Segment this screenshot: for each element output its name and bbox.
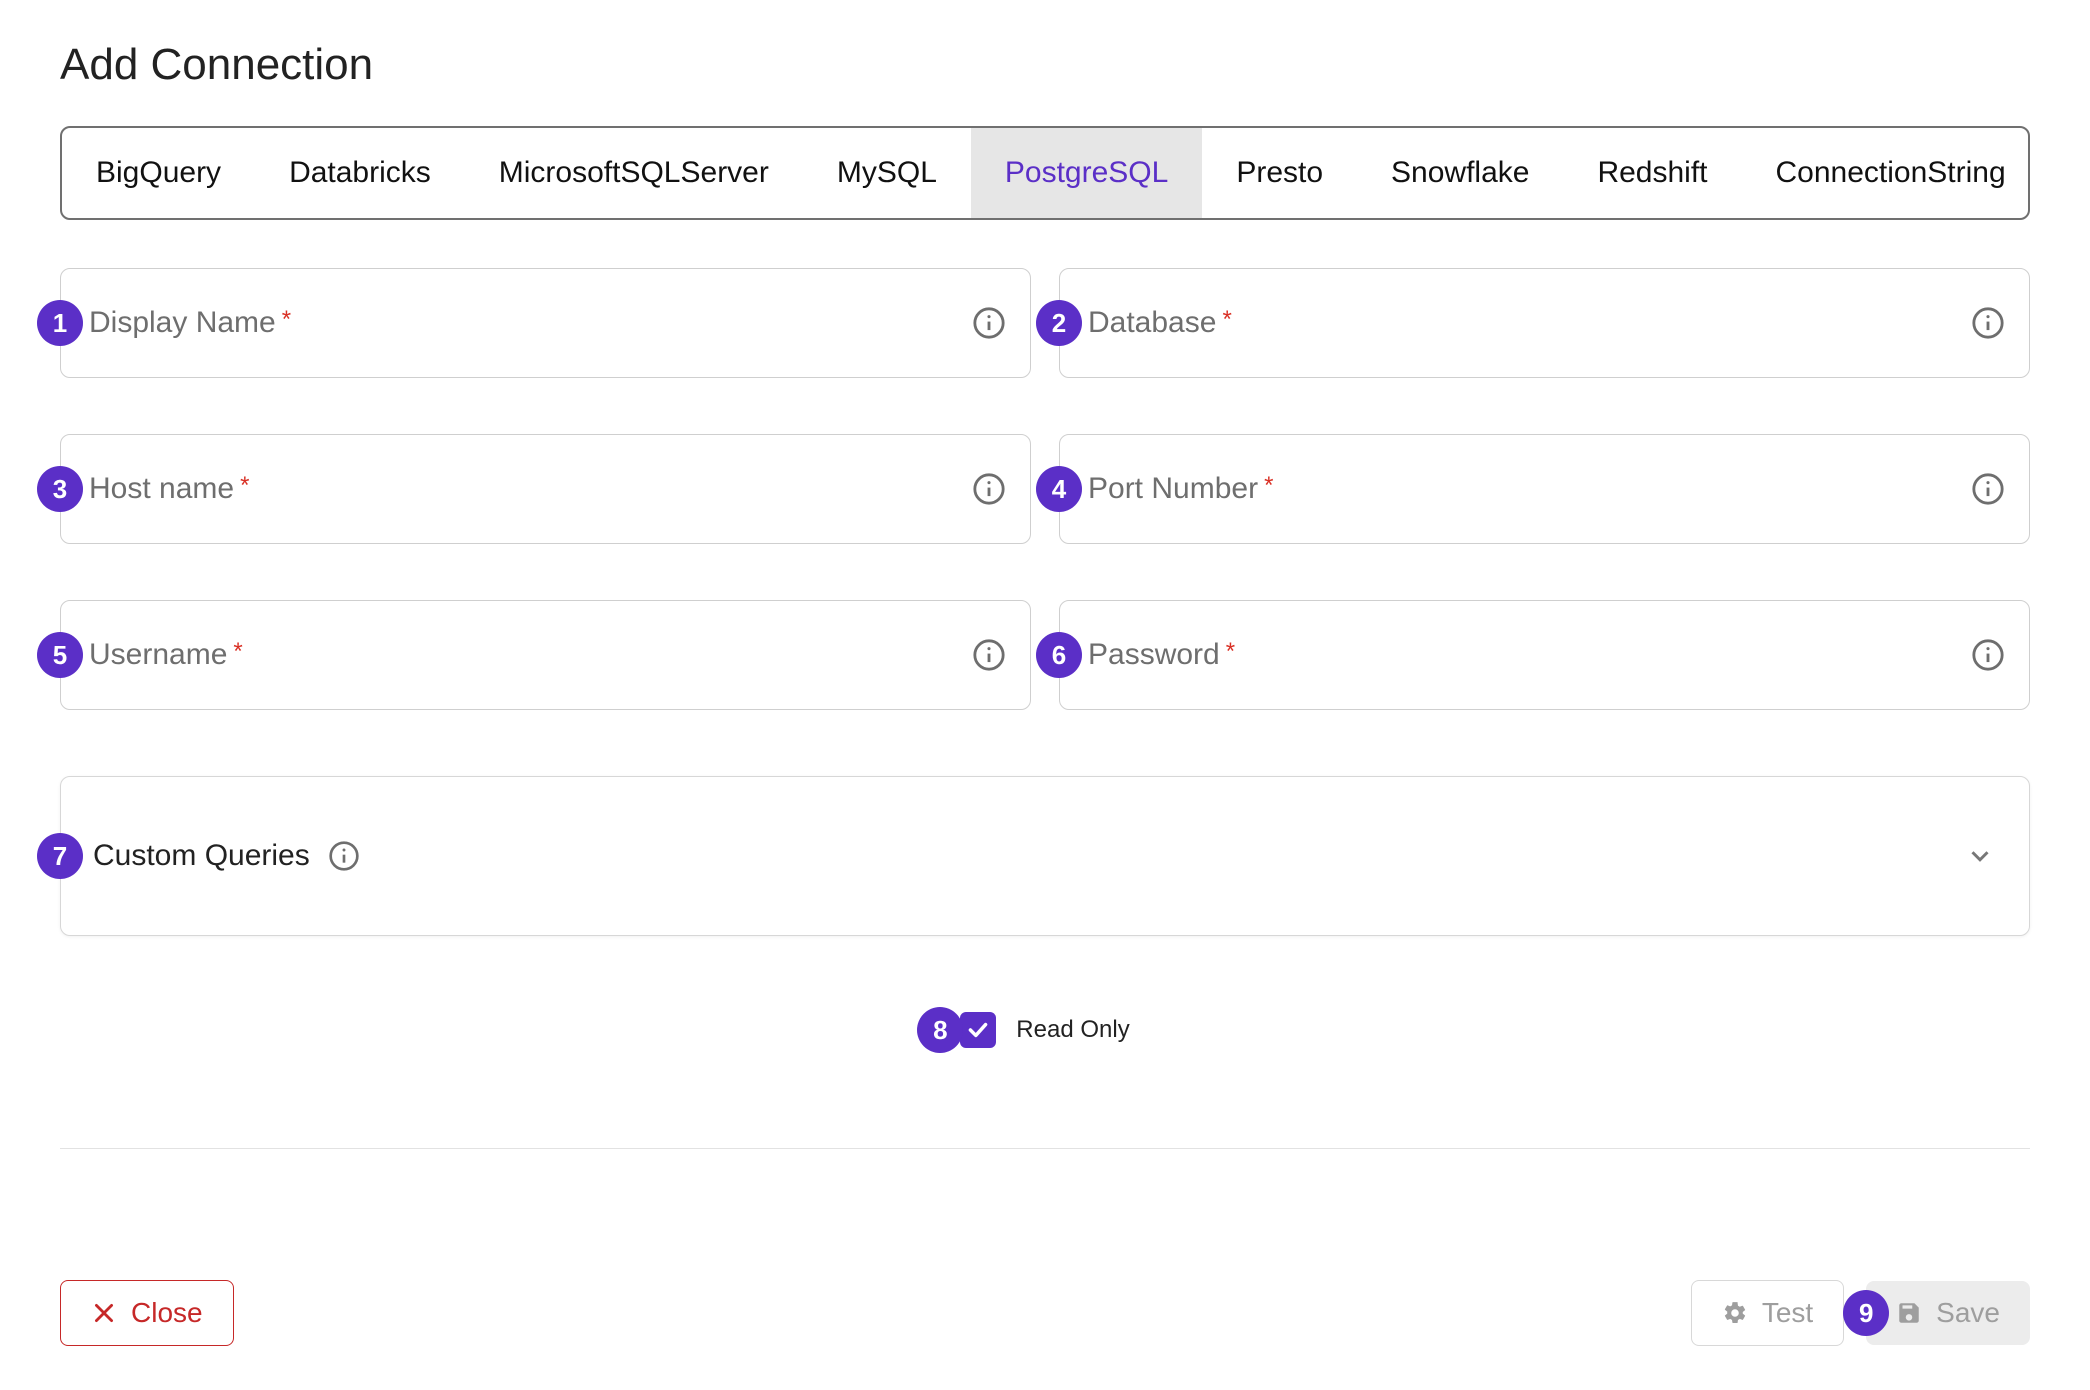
info-icon[interactable] (972, 638, 1006, 672)
tab-snowflake[interactable]: Snowflake (1357, 128, 1563, 218)
save-button[interactable]: Save (1866, 1281, 2030, 1345)
tab-mysql[interactable]: MySQL (803, 128, 971, 218)
info-icon[interactable] (328, 840, 360, 872)
divider (60, 1148, 2030, 1149)
info-icon[interactable] (1971, 638, 2005, 672)
info-icon[interactable] (972, 306, 1006, 340)
username-label: Username* (89, 638, 243, 672)
tab-microsoftsqlserver[interactable]: MicrosoftSQLServer (465, 128, 803, 218)
host-name-field[interactable]: Host name* (60, 434, 1031, 544)
username-field[interactable]: Username* (60, 600, 1031, 710)
database-field[interactable]: Database* (1059, 268, 2030, 378)
port-number-field[interactable]: Port Number* (1059, 434, 2030, 544)
info-icon[interactable] (972, 472, 1006, 506)
custom-queries-label: Custom Queries (93, 839, 310, 873)
page-title: Add Connection (60, 40, 2030, 90)
connection-type-tabs: BigQuery Databricks MicrosoftSQLServer M… (60, 126, 2030, 220)
test-button[interactable]: Test (1691, 1280, 1844, 1346)
save-button-label: Save (1936, 1297, 2000, 1329)
gear-icon (1722, 1300, 1748, 1326)
close-button-label: Close (131, 1297, 203, 1329)
host-name-label: Host name* (89, 472, 249, 506)
info-icon[interactable] (1971, 306, 2005, 340)
chevron-down-icon (1965, 841, 1995, 871)
save-icon (1896, 1300, 1922, 1326)
tab-databricks[interactable]: Databricks (255, 128, 465, 218)
password-field[interactable]: Password* (1059, 600, 2030, 710)
tab-redshift[interactable]: Redshift (1563, 128, 1741, 218)
test-button-label: Test (1762, 1297, 1813, 1329)
tab-connectionstring[interactable]: ConnectionString (1742, 128, 2030, 218)
info-icon[interactable] (1971, 472, 2005, 506)
tab-bigquery[interactable]: BigQuery (62, 128, 255, 218)
read-only-label: Read Only (1016, 1016, 1129, 1044)
display-name-label: Display Name* (89, 306, 291, 340)
password-label: Password* (1088, 638, 1235, 672)
port-number-label: Port Number* (1088, 472, 1273, 506)
tab-postgresql[interactable]: PostgreSQL (971, 128, 1202, 218)
close-button[interactable]: Close (60, 1280, 234, 1346)
custom-queries-accordion[interactable]: Custom Queries (60, 776, 2030, 936)
display-name-field[interactable]: Display Name* (60, 268, 1031, 378)
database-label: Database* (1088, 306, 1232, 340)
read-only-checkbox[interactable] (960, 1012, 996, 1048)
tab-presto[interactable]: Presto (1202, 128, 1357, 218)
